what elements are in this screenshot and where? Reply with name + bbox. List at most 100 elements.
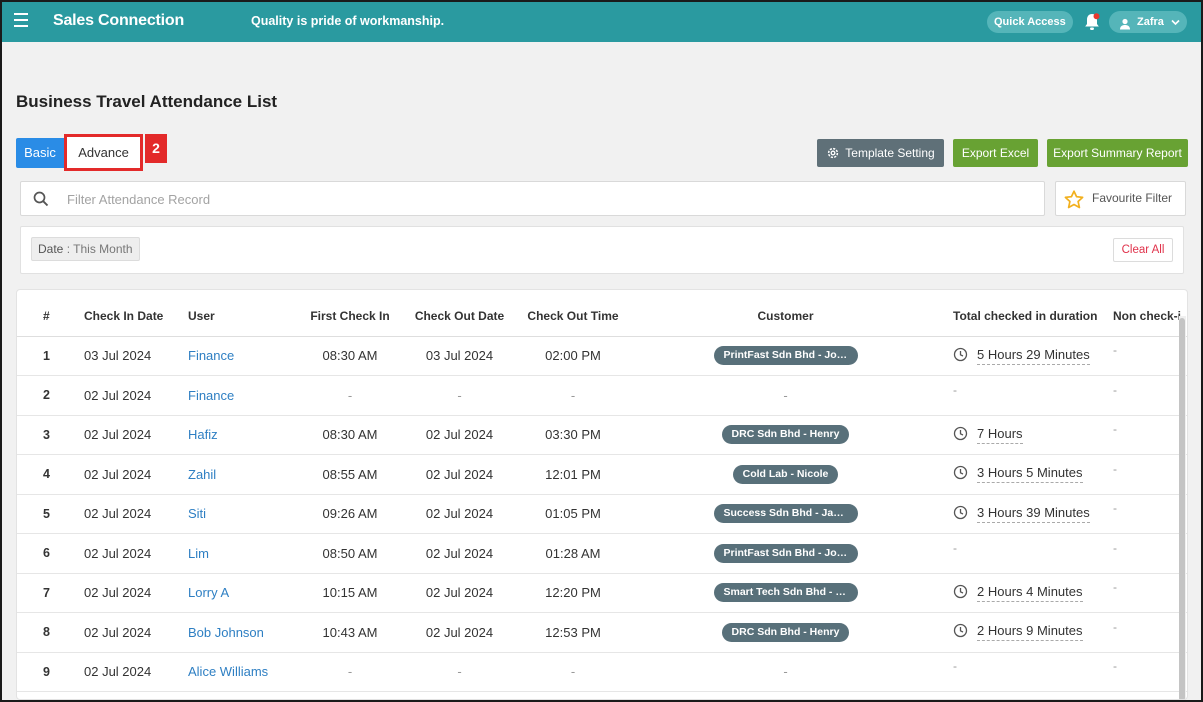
page-title: Business Travel Attendance List — [16, 92, 278, 111]
user-link[interactable]: Siti — [188, 494, 298, 534]
tab-advance[interactable]: Advance — [64, 134, 143, 171]
non-check-in-cell: - — [1112, 652, 1187, 692]
total-duration[interactable]: 2 Hours 9 Minutes — [977, 623, 1083, 642]
clock-icon — [953, 623, 968, 641]
column-header-first-check-in[interactable]: First Check In — [298, 296, 402, 337]
user-link[interactable]: Hafiz — [188, 415, 298, 455]
check-out-time: - — [517, 375, 629, 416]
table-row[interactable]: 5 02 Jul 2024 Siti 09:26 AM 02 Jul 2024 01:05… — [17, 494, 1187, 534]
check-out-time: 12:20 PM — [517, 573, 629, 613]
non-check-in-cell: - — [1112, 533, 1187, 574]
user-link[interactable]: Finance — [188, 336, 298, 376]
check-out-date: 02 Jul 2024 — [402, 454, 517, 495]
user-menu[interactable]: Zafra — [1109, 11, 1187, 33]
user-name: Zafra — [1137, 16, 1164, 28]
top-bar: Sales Connection Quality is pride of wor… — [2, 2, 1201, 42]
check-in-date: 03 Jul 2024 — [84, 336, 188, 376]
column-header-check-out-date[interactable]: Check Out Date — [402, 296, 517, 337]
table-row[interactable]: 4 02 Jul 2024 Zahil 08:55 AM 02 Jul 2024 12:0… — [17, 454, 1187, 495]
column-header-total-duration[interactable]: Total checked in duration — [942, 296, 1112, 337]
template-setting-button[interactable]: Template Setting — [817, 139, 944, 167]
filter-attendance-input[interactable] — [67, 187, 967, 211]
check-out-time: 12:53 PM — [517, 612, 629, 653]
total-duration[interactable]: 2 Hours 4 Minutes — [977, 584, 1083, 602]
clock-icon — [953, 347, 968, 365]
check-in-date: 02 Jul 2024 — [84, 612, 188, 653]
table-row[interactable]: 2 02 Jul 2024 Finance - - - - - - — [17, 375, 1187, 416]
column-header-non-check-in[interactable]: Non check-i — [1112, 296, 1187, 337]
table-body: 1 03 Jul 2024 Finance 08:30 AM 03 Jul 2024 02… — [17, 336, 1187, 692]
app-title[interactable]: Sales Connection — [53, 12, 184, 30]
column-header-number[interactable]: # — [17, 296, 84, 337]
total-duration: - — [953, 659, 957, 674]
total-duration[interactable]: 3 Hours 39 Minutes — [977, 505, 1090, 523]
clock-icon — [953, 505, 968, 523]
customer-badge[interactable]: Success Sdn Bhd - Jam... — [713, 504, 858, 524]
search-icon — [33, 191, 49, 212]
customer-badge[interactable]: Cold Lab - Nicole — [732, 464, 839, 484]
customer-badge[interactable]: PrintFast Sdn Bhd - Joh... — [713, 346, 858, 366]
check-out-time: 02:00 PM — [517, 336, 629, 376]
duration-cell: 3 Hours 5 Minutes — [942, 454, 1112, 495]
export-excel-button[interactable]: Export Excel — [953, 139, 1038, 167]
user-link[interactable]: Zahil — [188, 454, 298, 495]
non-check-in-cell: - — [1112, 336, 1187, 376]
table-row[interactable]: 3 02 Jul 2024 Hafiz 08:30 AM 02 Jul 2024 03:3… — [17, 415, 1187, 455]
column-header-check-out-time[interactable]: Check Out Time — [517, 296, 629, 337]
tab-basic[interactable]: Basic — [16, 138, 64, 168]
check-out-time: 03:30 PM — [517, 415, 629, 455]
customer-cell: DRC Sdn Bhd - Henry — [629, 415, 942, 455]
total-duration[interactable]: 3 Hours 5 Minutes — [977, 465, 1083, 484]
duration-cell: - — [942, 533, 1112, 574]
customer-cell: DRC Sdn Bhd - Henry — [629, 612, 942, 653]
total-duration[interactable]: 7 Hours — [977, 426, 1023, 444]
check-in-date: 02 Jul 2024 — [84, 533, 188, 574]
customer-badge[interactable]: PrintFast Sdn Bhd - Joh... — [713, 543, 858, 563]
check-out-date: - — [402, 652, 517, 692]
table-row[interactable]: 8 02 Jul 2024 Bob Johnson 10:43 AM 02 Jul 20… — [17, 612, 1187, 653]
check-out-date: 02 Jul 2024 — [402, 612, 517, 653]
column-header-check-in-date[interactable]: Check In Date — [84, 296, 188, 337]
total-duration[interactable]: 5 Hours 29 Minutes — [977, 347, 1090, 365]
date-filter-chip[interactable]: Date : This Month — [31, 237, 140, 261]
duration-cell: 7 Hours — [942, 415, 1112, 455]
table-row[interactable]: 7 02 Jul 2024 Lorry A 10:15 AM 02 Jul 2024 12… — [17, 573, 1187, 613]
non-check-in: - — [1113, 422, 1117, 437]
active-filters: Date : This Month Clear All — [20, 226, 1184, 274]
customer: - — [629, 375, 942, 416]
user-link[interactable]: Finance — [188, 375, 298, 416]
user-link[interactable]: Lim — [188, 533, 298, 574]
first-check-in: 08:55 AM — [298, 454, 402, 495]
star-icon — [1064, 189, 1084, 222]
column-header-user[interactable]: User — [188, 296, 298, 337]
user-link[interactable]: Alice Williams — [188, 652, 298, 692]
quick-access-button[interactable]: Quick Access — [987, 11, 1073, 33]
user-icon — [1119, 16, 1131, 38]
non-check-in: - — [1113, 580, 1117, 595]
check-in-date: 02 Jul 2024 — [84, 454, 188, 495]
customer-badge[interactable]: Smart Tech Sdn Bhd - J... — [713, 583, 858, 603]
favourite-filter-button[interactable]: Favourite Filter — [1055, 181, 1186, 216]
column-header-customer[interactable]: Customer — [629, 296, 942, 337]
user-link[interactable]: Lorry A — [188, 573, 298, 613]
menu-icon[interactable] — [14, 13, 28, 27]
customer-badge[interactable]: DRC Sdn Bhd - Henry — [721, 425, 850, 445]
customer-cell: PrintFast Sdn Bhd - Joh... — [629, 533, 942, 574]
clear-all-button[interactable]: Clear All — [1113, 238, 1173, 262]
check-in-date: 02 Jul 2024 — [84, 652, 188, 692]
first-check-in: 09:26 AM — [298, 494, 402, 534]
non-check-in: - — [1113, 540, 1117, 555]
table-row[interactable]: 1 03 Jul 2024 Finance 08:30 AM 03 Jul 2024 02… — [17, 336, 1187, 376]
customer-badge[interactable]: DRC Sdn Bhd - Henry — [721, 622, 850, 642]
duration-cell: 5 Hours 29 Minutes — [942, 336, 1112, 376]
clock-icon — [953, 584, 968, 602]
export-summary-report-button[interactable]: Export Summary Report — [1047, 139, 1188, 167]
duration-cell: 2 Hours 9 Minutes — [942, 612, 1112, 653]
non-check-in-cell: - — [1112, 612, 1187, 653]
table-row[interactable]: 6 02 Jul 2024 Lim 08:50 AM 02 Jul 2024 01:28 … — [17, 533, 1187, 574]
notification-bell-icon[interactable] — [1084, 13, 1100, 31]
scrollbar-thumb[interactable] — [1179, 318, 1185, 699]
non-check-in-cell: - — [1112, 415, 1187, 455]
user-link[interactable]: Bob Johnson — [188, 612, 298, 653]
table-row[interactable]: 9 02 Jul 2024 Alice Williams - - - - - - — [17, 652, 1187, 692]
